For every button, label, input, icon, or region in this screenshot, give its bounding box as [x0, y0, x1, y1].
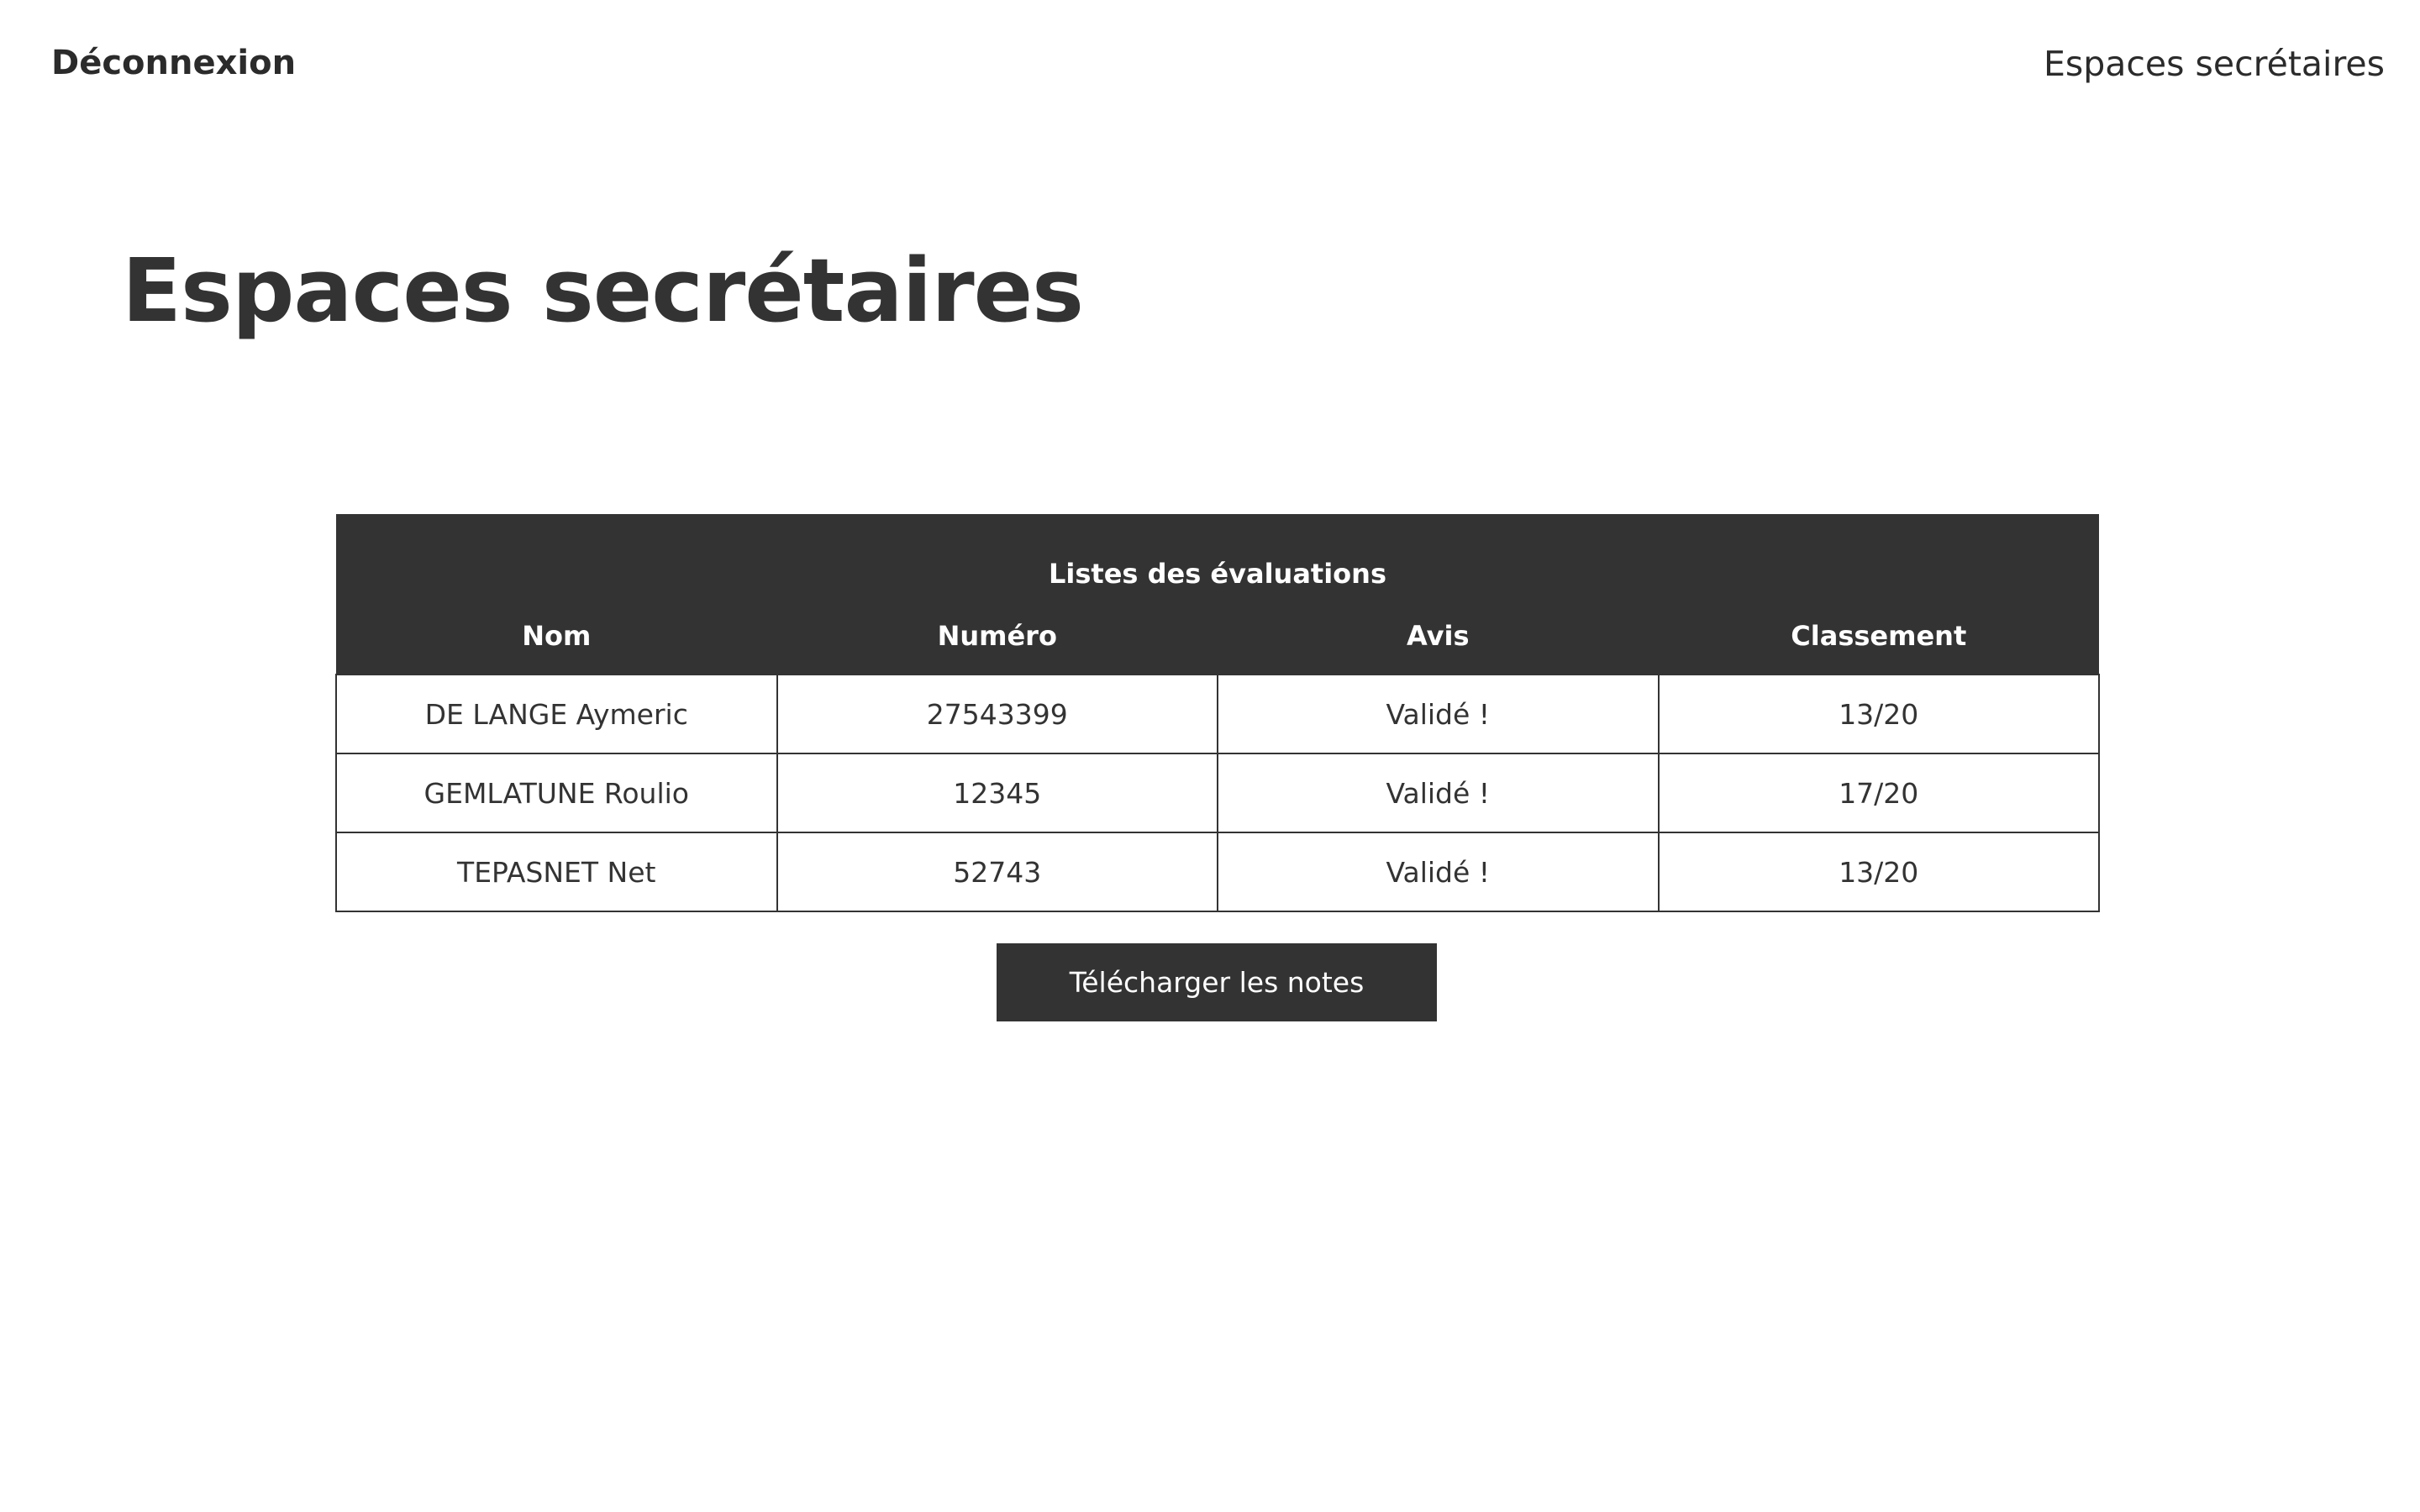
cell-avis: Validé !	[1217, 674, 1660, 754]
cell-avis: Validé !	[1217, 753, 1660, 833]
evaluations-table: Listes des évaluations Nom Numéro Avis C…	[335, 514, 2100, 912]
table-row: DE LANGE Aymeric 27543399 Validé ! 13/20	[335, 674, 2100, 754]
cell-classement: 13/20	[1657, 832, 2100, 912]
download-grades-button[interactable]: Télécharger les notes	[997, 943, 1437, 1021]
top-bar: Déconnexion Espaces secrétaires	[0, 0, 2420, 134]
table-body: DE LANGE Aymeric 27543399 Validé ! 13/20…	[335, 674, 2100, 912]
cell-classement: 13/20	[1657, 674, 2100, 754]
cell-numero: 52743	[776, 832, 1218, 912]
page: Déconnexion Espaces secrétaires Espaces …	[0, 0, 2420, 1512]
cell-avis: Validé !	[1217, 832, 1660, 912]
cell-nom: DE LANGE Aymeric	[335, 674, 778, 754]
table-header: Listes des évaluations Nom Numéro Avis C…	[336, 514, 2099, 675]
column-header-numero: Numéro	[937, 620, 1057, 652]
page-title: Espaces secrétaires	[122, 239, 1084, 342]
site-name: Espaces secrétaires	[2043, 44, 2385, 84]
table-row: GEMLATUNE Roulio 12345 Validé ! 17/20	[335, 753, 2100, 833]
cell-nom: GEMLATUNE Roulio	[335, 753, 778, 833]
table-caption: Listes des évaluations	[1049, 558, 1386, 590]
table-row: TEPASNET Net 52743 Validé ! 13/20	[335, 832, 2100, 912]
cell-numero: 12345	[776, 753, 1218, 833]
cell-numero: 27543399	[776, 674, 1218, 754]
column-header-avis: Avis	[1407, 620, 1470, 652]
cell-nom: TEPASNET Net	[335, 832, 778, 912]
column-header-nom: Nom	[522, 620, 592, 652]
cell-classement: 17/20	[1657, 753, 2100, 833]
column-header-classement: Classement	[1791, 620, 1967, 652]
logout-link[interactable]: Déconnexion	[51, 44, 296, 82]
